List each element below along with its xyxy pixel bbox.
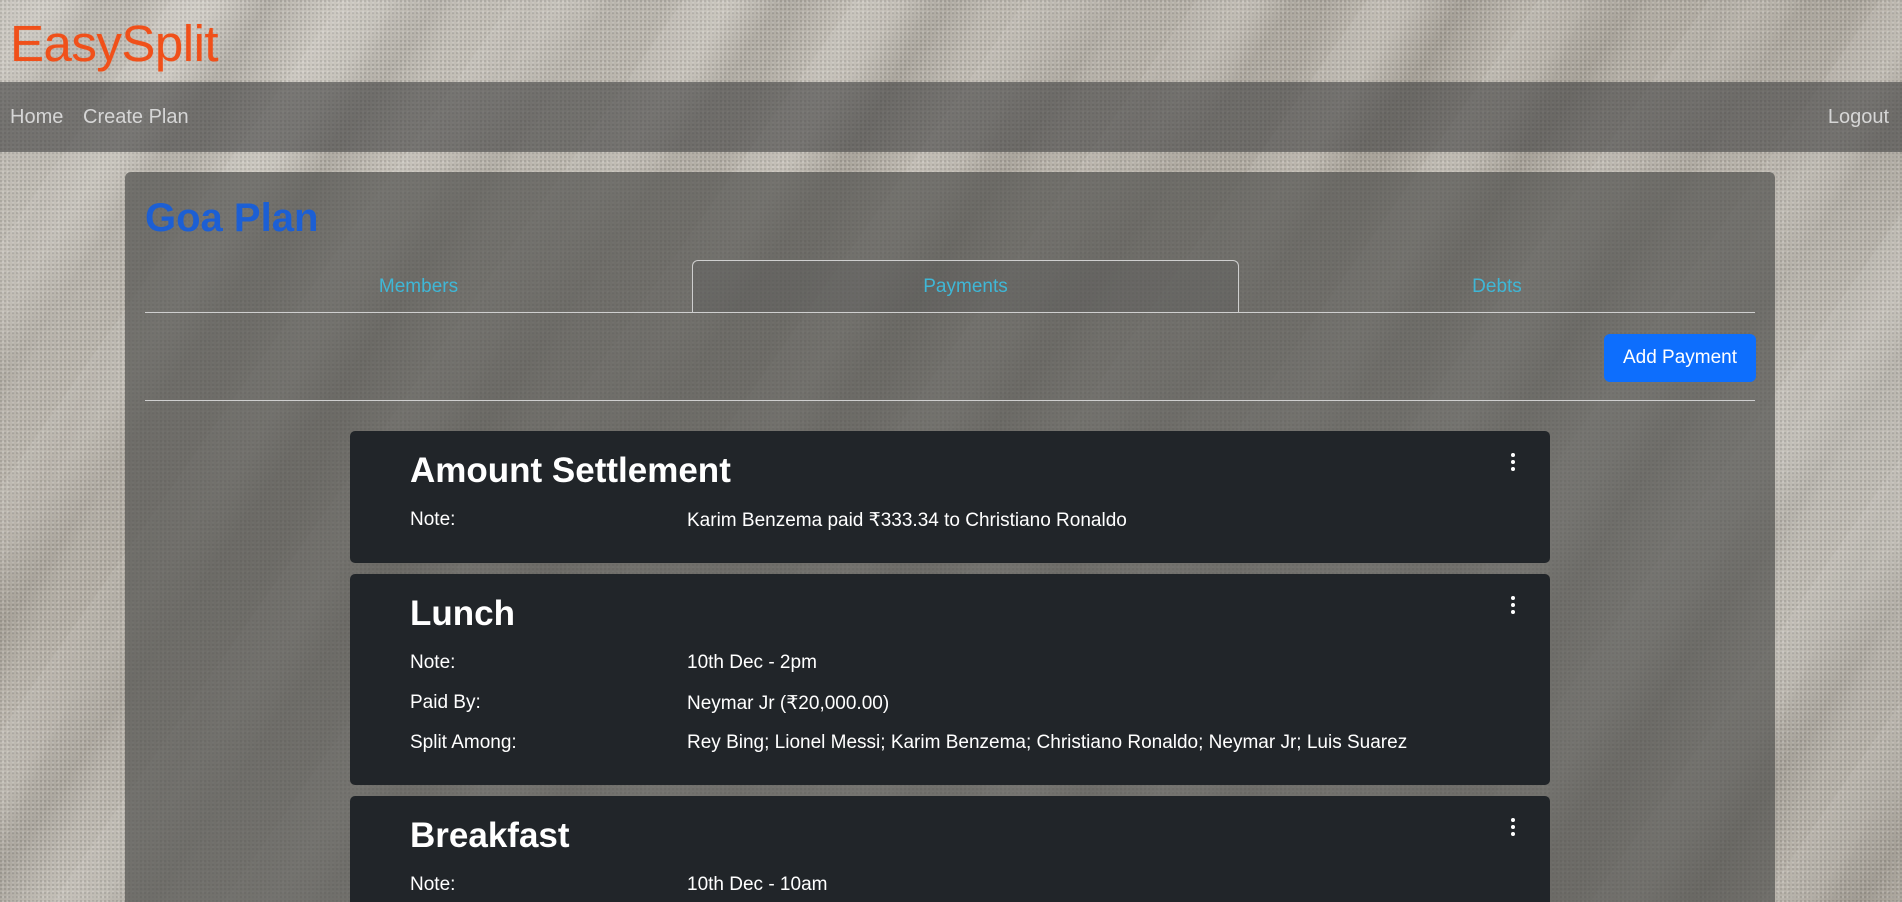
add-payment-button[interactable]: Add Payment xyxy=(1604,334,1756,382)
payment-title: Lunch xyxy=(410,594,515,633)
app-brand-logo[interactable]: EasySplit xyxy=(10,14,219,73)
row-label: Note: xyxy=(410,652,456,673)
row-value: Rey Bing; Lionel Messi; Karim Benzema; C… xyxy=(687,732,1408,753)
tabs-underline xyxy=(145,312,1755,313)
top-navbar: Home Create Plan Logout xyxy=(0,82,1902,152)
tab-debts[interactable]: Debts xyxy=(1239,260,1755,313)
payment-card: Lunch Note: 10th Dec - 2pm Paid By: Neym… xyxy=(350,574,1550,785)
divider xyxy=(145,400,1755,401)
row-value: 10th Dec - 10am xyxy=(687,874,828,895)
tab-members[interactable]: Members xyxy=(145,260,692,313)
plan-panel: Goa Plan Members Payments Debts Add Paym… xyxy=(125,172,1775,902)
tab-payments[interactable]: Payments xyxy=(692,260,1239,313)
row-value: 10th Dec - 2pm xyxy=(687,652,817,673)
more-options-icon[interactable] xyxy=(1506,453,1520,473)
row-label: Paid By: xyxy=(410,692,481,713)
row-value: Neymar Jr (₹20,000.00) xyxy=(687,693,890,714)
page-title: Goa Plan xyxy=(145,196,319,240)
payment-card: Breakfast Note: 10th Dec - 10am xyxy=(350,796,1550,902)
row-label: Note: xyxy=(410,874,456,895)
row-label: Split Among: xyxy=(410,732,517,753)
nav-create-plan-link[interactable]: Create Plan xyxy=(83,106,189,129)
row-label: Note: xyxy=(410,509,456,530)
nav-home-link[interactable]: Home xyxy=(10,106,63,129)
payment-title: Breakfast xyxy=(410,816,570,855)
nav-logout-link[interactable]: Logout xyxy=(1828,106,1889,129)
more-options-icon[interactable] xyxy=(1506,818,1520,838)
payment-title: Amount Settlement xyxy=(410,451,731,490)
payment-card: Amount Settlement Note: Karim Benzema pa… xyxy=(350,431,1550,563)
row-value: Karim Benzema paid ₹333.34 to Christiano… xyxy=(687,510,1127,531)
more-options-icon[interactable] xyxy=(1506,596,1520,616)
